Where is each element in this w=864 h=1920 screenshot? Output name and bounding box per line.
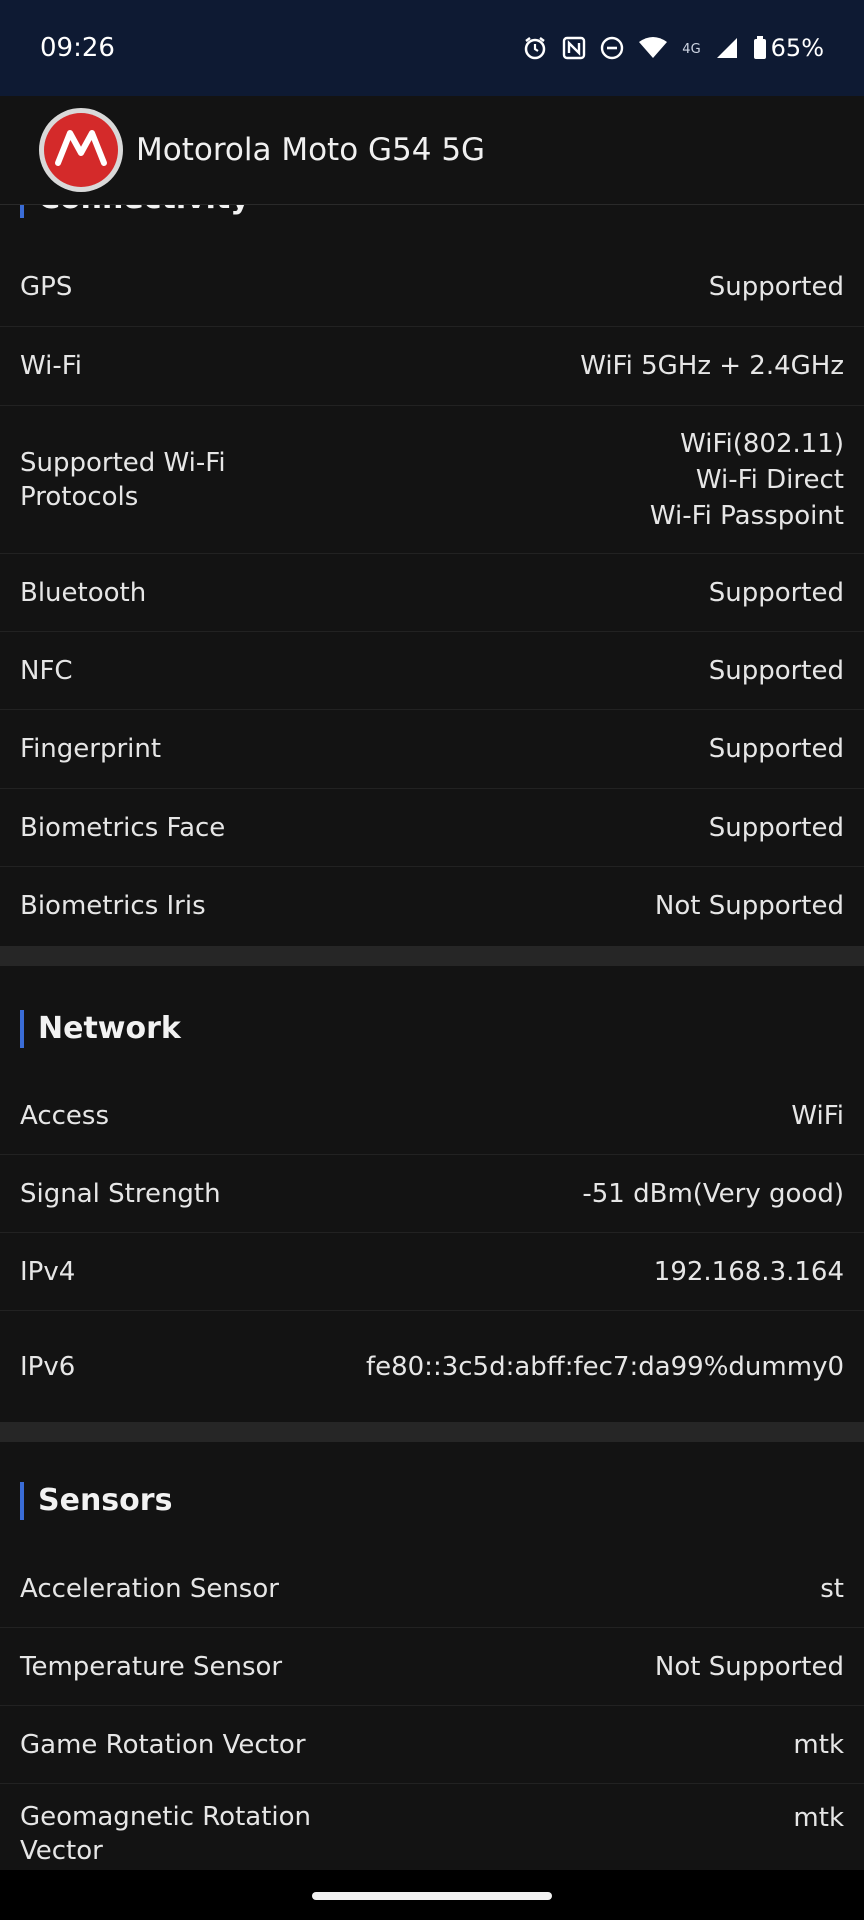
spec-label: Supported Wi-Fi Protocols: [20, 447, 226, 512]
spec-value: mtk: [793, 1803, 844, 1833]
spec-label: Access: [20, 1100, 110, 1131]
spec-row-ipv6: IPv6 fe80::3c5d:abff:fec7:da99%dummy0: [0, 1311, 864, 1423]
spec-row-nfc: NFC Supported: [0, 632, 864, 710]
spec-value-list: WiFi(802.11) Wi-Fi Direct Wi-Fi Passpoin…: [650, 426, 844, 534]
spec-value: Wi-Fi Passpoint: [649, 500, 844, 531]
spec-row-ipv4: IPv4 192.168.3.164: [0, 1233, 864, 1311]
spec-label: IPv6: [20, 1352, 76, 1382]
device-title: Motorola Moto G54 5G: [136, 132, 486, 168]
spec-value: Supported: [708, 812, 844, 843]
spec-label: Wi-Fi: [20, 351, 83, 381]
battery-percent: 65%: [770, 34, 824, 62]
spec-label: Signal Strength: [20, 1178, 221, 1209]
section-divider: [0, 946, 864, 966]
spec-row-temperature-sensor: Temperature Sensor Not Supported: [0, 1628, 864, 1706]
spec-label: Biometrics Iris: [20, 891, 206, 921]
spec-value: st: [820, 1573, 844, 1604]
do-not-disturb-icon: [600, 36, 624, 60]
spec-value: mtk: [793, 1729, 844, 1760]
spec-value: Supported: [708, 655, 844, 686]
spec-row-access: Access WiFi: [0, 1077, 864, 1155]
alarm-icon: [522, 35, 548, 61]
section-title-connectivity: Connectivity: [20, 204, 250, 218]
spec-value: -51 dBm(Very good): [582, 1178, 844, 1209]
spec-label: IPv4: [20, 1256, 76, 1287]
spec-row-fingerprint: Fingerprint Supported: [0, 710, 864, 789]
spec-row-biometrics-iris: Biometrics Iris Not Supported: [0, 867, 864, 945]
spec-value: 192.168.3.164: [653, 1256, 844, 1287]
spec-value: WiFi 5GHz + 2.4GHz: [580, 351, 844, 381]
spec-label: GPS: [20, 272, 73, 302]
wifi-icon: [638, 36, 668, 60]
spec-label: Temperature Sensor: [20, 1651, 283, 1682]
home-gesture-handle[interactable]: [312, 1892, 552, 1900]
spec-list[interactable]: Connectivity GPS Supported Wi-Fi WiFi 5G…: [0, 204, 864, 1870]
spec-value: WiFi(802.11): [680, 428, 844, 459]
spec-label: Biometrics Face: [20, 812, 226, 843]
spec-label: Geomagnetic Rotation Vector: [20, 1802, 312, 1866]
navigation-bar: [0, 1870, 864, 1920]
spec-row-geomagnetic-rotation-vector: Geomagnetic Rotation Vector mtk: [0, 1784, 864, 1870]
spec-value: Not Supported: [654, 1651, 844, 1682]
spec-value: fe80::3c5d:abff:fec7:da99%dummy0: [365, 1352, 844, 1382]
status-icons: 4G 65%: [522, 34, 824, 62]
spec-value: WiFi: [791, 1100, 844, 1131]
nfc-icon: [562, 36, 586, 60]
spec-value: Supported: [708, 272, 844, 302]
spec-row-acceleration-sensor: Acceleration Sensor st: [0, 1550, 864, 1628]
spec-row-wifi: Wi-Fi WiFi 5GHz + 2.4GHz: [0, 327, 864, 406]
spec-row-biometrics-face: Biometrics Face Supported: [0, 789, 864, 867]
app-header: Motorola Moto G54 5G: [0, 96, 864, 205]
spec-row-signal-strength: Signal Strength -51 dBm(Very good): [0, 1155, 864, 1233]
spec-row-gps: GPS Supported: [0, 248, 864, 327]
motorola-logo-icon: [38, 107, 124, 193]
spec-value: Supported: [708, 734, 844, 764]
section-divider: [0, 1422, 864, 1442]
battery-icon: [753, 36, 767, 60]
section-title-sensors: Sensors: [20, 1482, 172, 1520]
spec-row-wifi-protocols: Supported Wi-Fi Protocols WiFi(802.11) W…: [0, 406, 864, 554]
network-type-label: 4G: [682, 42, 701, 57]
spec-row-game-rotation-vector: Game Rotation Vector mtk: [0, 1706, 864, 1784]
spec-label: Acceleration Sensor: [20, 1573, 279, 1604]
cell-signal-icon: [715, 36, 739, 60]
spec-label: NFC: [20, 655, 73, 686]
spec-row-bluetooth: Bluetooth Supported: [0, 554, 864, 632]
spec-label: Fingerprint: [20, 734, 162, 764]
spec-label: Game Rotation Vector: [20, 1729, 306, 1760]
spec-label: Bluetooth: [20, 577, 147, 608]
status-bar: 09:26 4G 65%: [0, 0, 864, 96]
spec-value: Supported: [708, 577, 844, 608]
spec-value: Not Supported: [654, 891, 844, 921]
spec-value: Wi-Fi Direct: [695, 464, 844, 495]
status-time: 09:26: [40, 33, 115, 63]
section-title-network: Network: [20, 1010, 181, 1048]
